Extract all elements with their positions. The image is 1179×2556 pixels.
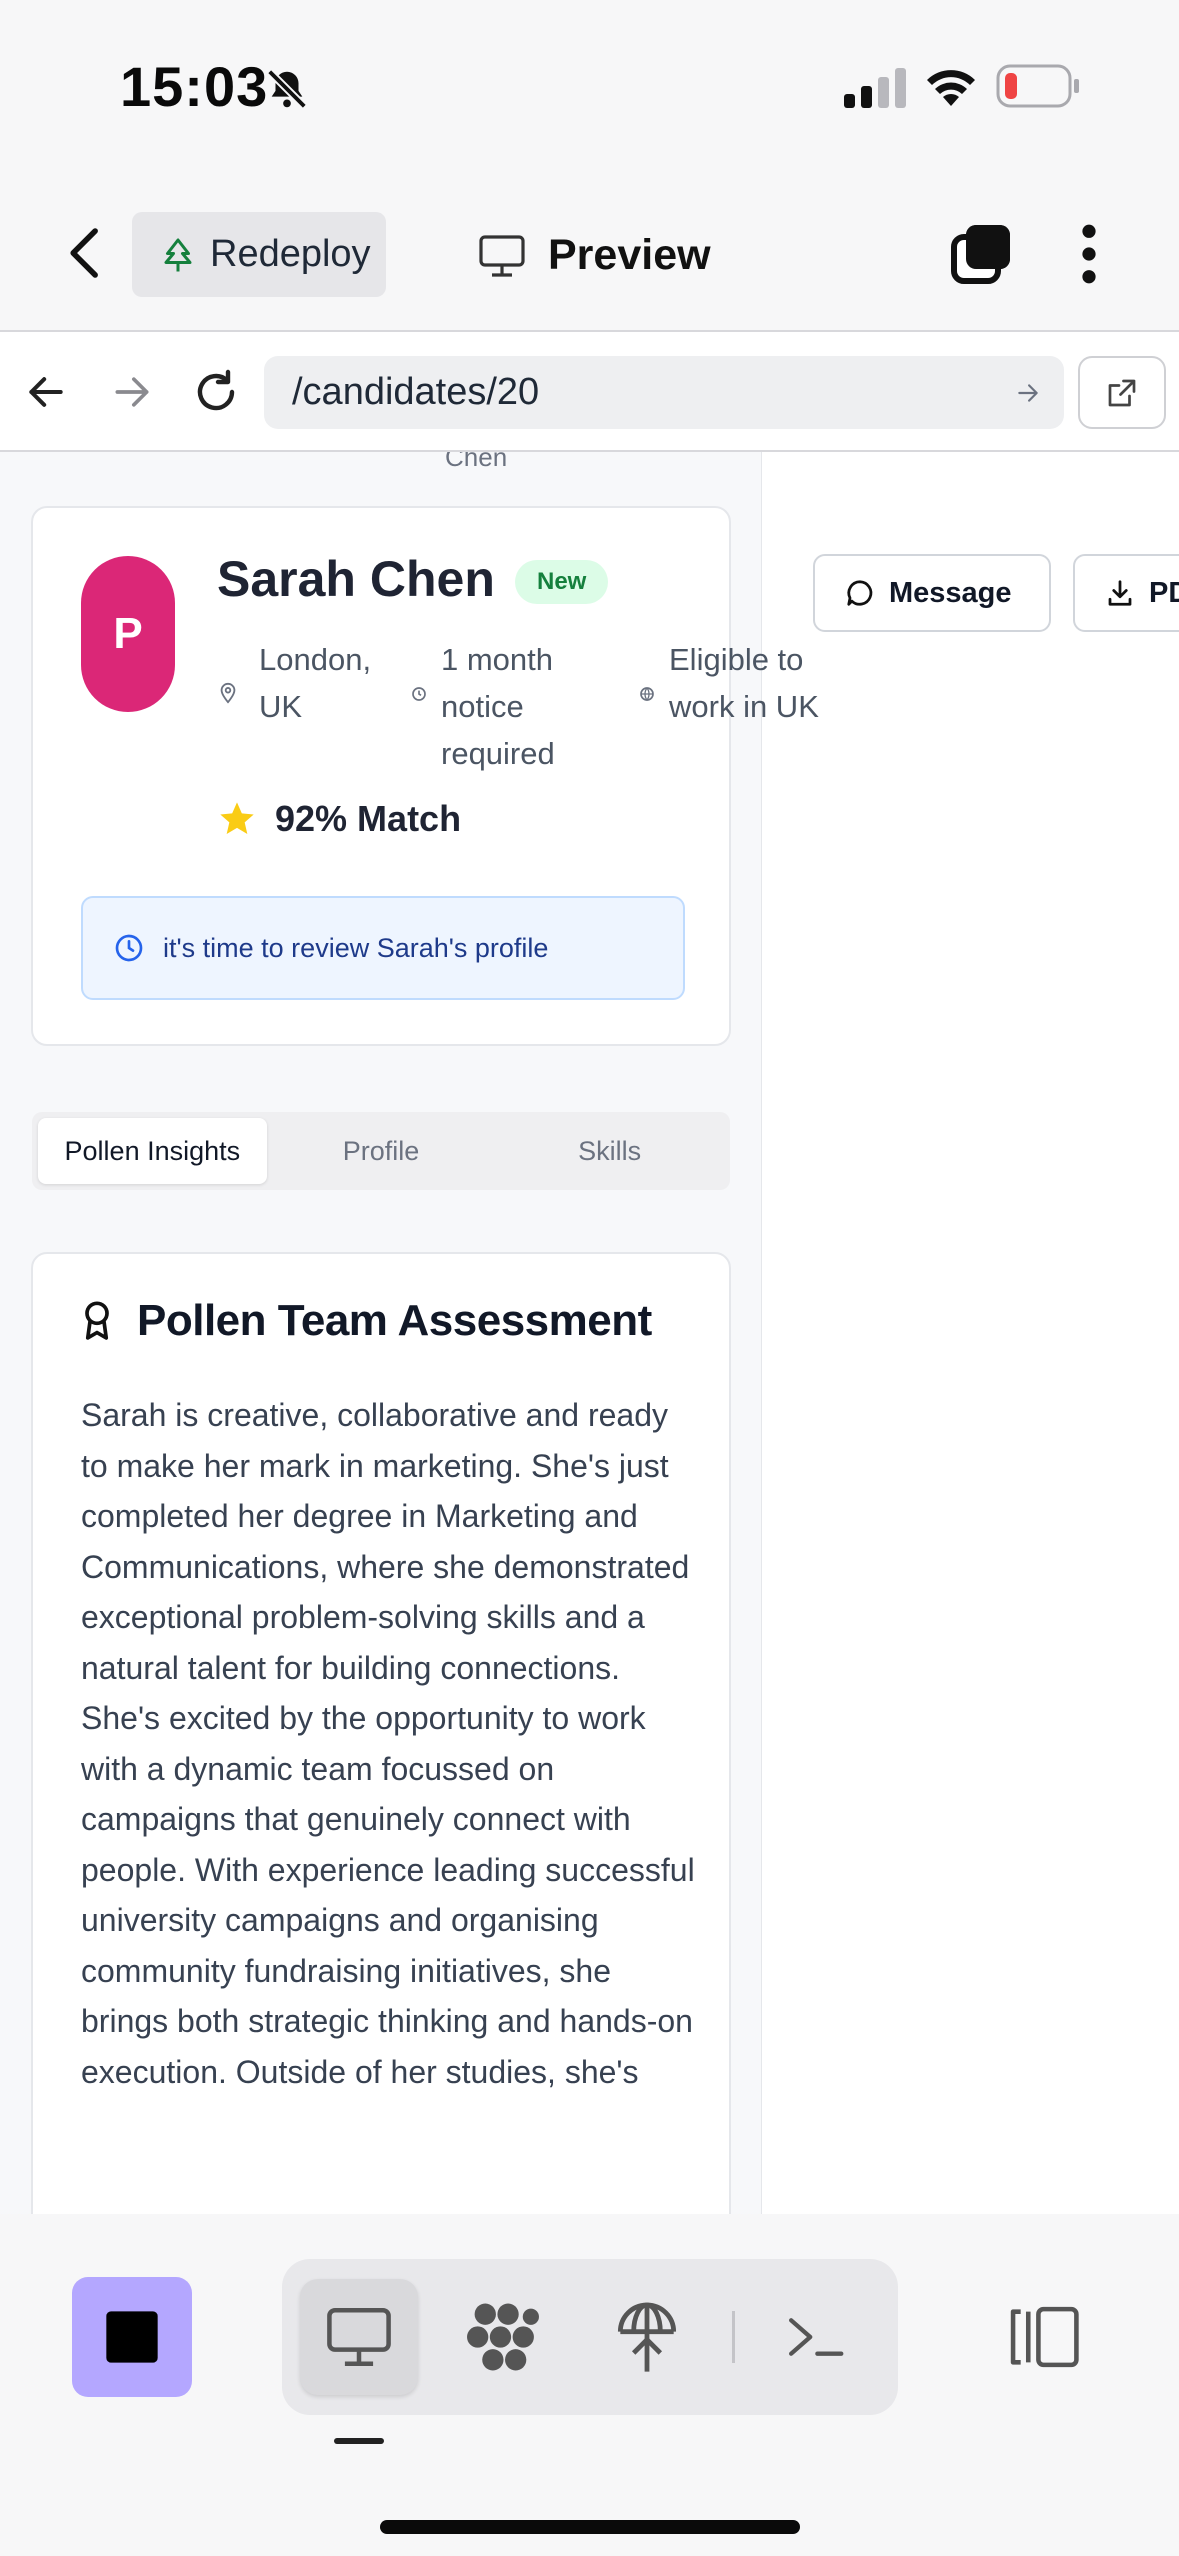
award-icon — [85, 1301, 109, 1340]
match-label: 92% Match — [275, 798, 462, 839]
download-pdf-button[interactable]: PDF — [1073, 554, 1179, 632]
stop-icon — [106, 2311, 158, 2363]
terminal-tool-button[interactable] — [756, 2279, 874, 2395]
battery-icon — [996, 64, 1079, 108]
pin-icon — [220, 682, 236, 704]
url-bar[interactable]: /candidates/20 — [264, 356, 1064, 429]
bell-slash-icon — [267, 69, 307, 109]
more-vertical-icon[interactable] — [1074, 223, 1104, 285]
arrow-right-icon[interactable] — [110, 370, 154, 414]
message-label: Message — [889, 576, 1012, 609]
status-bar: 15:03 — [0, 0, 1179, 175]
assessment-title-text: Pollen Team Assessment — [137, 1296, 652, 1345]
candidate-location: London, UK — [259, 642, 372, 724]
tool-group — [282, 2259, 898, 2415]
tab-pollen-insights[interactable]: Pollen Insights — [38, 1118, 267, 1184]
back-chevron-icon[interactable] — [64, 225, 108, 281]
page-content: Chen P Sarah Chen New London, UK 1 month… — [0, 452, 1179, 2214]
deploy-icon — [617, 2302, 677, 2372]
tree-icon — [164, 238, 192, 271]
review-alert: it's time to review Sarah's profile — [81, 896, 685, 1000]
cluster-icon — [467, 2303, 539, 2371]
url-text: /candidates/20 — [292, 371, 540, 413]
globe-icon — [640, 687, 654, 702]
deploy-tool-button[interactable] — [588, 2279, 706, 2395]
arrow-left-icon[interactable] — [24, 370, 68, 414]
split-view-icon[interactable] — [1008, 2304, 1084, 2370]
download-icon — [1108, 580, 1132, 606]
candidate-name: Sarah Chen — [217, 551, 495, 607]
tab-skills[interactable]: Skills — [495, 1118, 724, 1184]
match-score: 92% Match — [217, 798, 461, 840]
bottom-toolbar — [0, 2214, 1179, 2556]
redeploy-label: Redeploy — [210, 233, 371, 275]
candidate-panel: Chen P Sarah Chen New London, UK 1 month… — [0, 452, 819, 2214]
home-indicator[interactable] — [380, 2520, 800, 2534]
message-button[interactable]: Message — [813, 554, 1051, 632]
external-link-icon — [1108, 379, 1136, 406]
preview-tool-button[interactable] — [300, 2279, 418, 2395]
terminal-icon — [789, 2318, 844, 2356]
toolbar-divider — [732, 2311, 735, 2363]
browser-bar: /candidates/20 — [0, 332, 1179, 452]
wifi-icon — [927, 70, 975, 106]
status-time: 15:03 — [120, 55, 269, 118]
candidate-notice: 1 month notice required — [441, 642, 555, 771]
signal-icon — [844, 68, 906, 108]
status-badge: New — [515, 560, 609, 604]
clock-icon — [412, 687, 426, 701]
assessment-card: Pollen Team Assessment Sarah is creative… — [31, 1252, 731, 2214]
open-external-button[interactable] — [1078, 356, 1166, 429]
message-icon — [847, 580, 873, 606]
tabs-icon[interactable] — [950, 221, 1014, 285]
go-arrow-icon[interactable] — [1014, 380, 1042, 406]
assessment-title: Pollen Team Assessment — [81, 1296, 652, 1346]
star-icon — [220, 802, 254, 834]
redeploy-button[interactable]: Redeploy — [132, 212, 386, 297]
preview-label: Preview — [548, 231, 711, 279]
pdf-label: PDF — [1149, 576, 1179, 609]
tab-bar: Pollen Insights Profile Skills — [32, 1112, 730, 1190]
workflow-tool-button[interactable] — [444, 2279, 562, 2395]
reload-icon[interactable] — [192, 368, 240, 416]
tab-profile[interactable]: Profile — [267, 1118, 496, 1184]
stop-button[interactable] — [72, 2277, 192, 2397]
clipped-name-text: Chen — [445, 452, 508, 472]
avatar: P — [81, 556, 175, 712]
avatar-initial: P — [113, 609, 143, 658]
monitor-icon — [327, 2307, 391, 2367]
profile-card: P Sarah Chen New London, UK 1 month noti… — [31, 506, 819, 1046]
assessment-body: Sarah is creative, collaborative and rea… — [81, 1397, 695, 2090]
review-alert-text: it's time to review Sarah's profile — [163, 932, 549, 963]
active-tab-indicator — [334, 2438, 384, 2444]
preview-button[interactable]: Preview — [478, 213, 711, 298]
app-header: Redeploy Preview — [0, 175, 1179, 332]
monitor-icon — [479, 234, 525, 277]
candidate-eligibility: Eligible to work in UK — [669, 642, 819, 724]
clock-icon — [115, 934, 143, 962]
